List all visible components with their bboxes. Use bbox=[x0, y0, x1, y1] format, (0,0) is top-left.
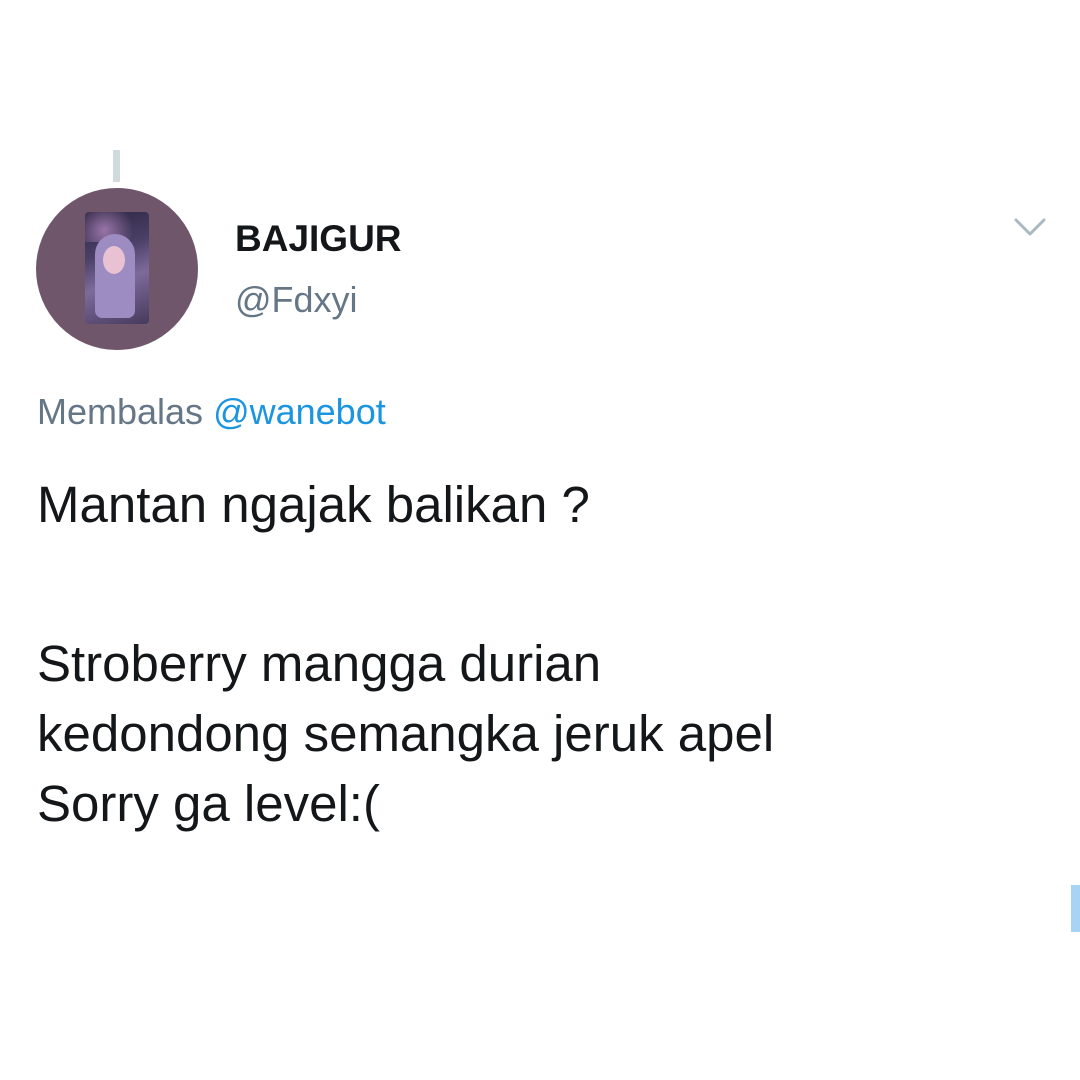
reply-context: Membalas @wanebot bbox=[37, 387, 386, 437]
tweet-line: Stroberry mangga durian bbox=[37, 635, 602, 692]
tweet-text: Mantan ngajak balikan ? Stroberry mangga… bbox=[37, 470, 1067, 839]
tweet-screenshot: BAJIGUR @Fdxyi Membalas @wanebot Mantan … bbox=[0, 0, 1080, 1080]
thread-connector-line bbox=[113, 150, 120, 182]
tweet-line: Mantan ngajak balikan ? bbox=[37, 476, 590, 533]
tweet-line: kedondong semangka jeruk apel bbox=[37, 705, 775, 762]
tweet-line: Sorry ga level:( bbox=[37, 775, 380, 832]
display-name[interactable]: BAJIGUR bbox=[235, 216, 402, 262]
avatar-photo bbox=[85, 212, 149, 324]
reply-prefix: Membalas bbox=[37, 391, 204, 432]
scroll-indicator bbox=[1071, 885, 1080, 932]
user-handle[interactable]: @Fdxyi bbox=[235, 277, 358, 323]
line-break bbox=[37, 540, 1067, 629]
avatar[interactable] bbox=[36, 188, 198, 350]
chevron-down-icon[interactable] bbox=[1012, 214, 1048, 242]
reply-mention-link[interactable]: @wanebot bbox=[213, 391, 386, 432]
